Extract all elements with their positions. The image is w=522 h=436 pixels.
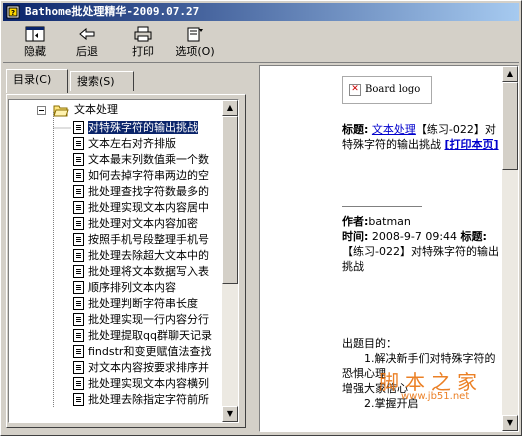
options-icon <box>187 27 203 42</box>
title2-label: 标题: <box>460 230 487 243</box>
author-name: batman <box>368 215 411 228</box>
hide-label: 隐藏 <box>24 45 46 58</box>
logo-text: Board logo <box>365 84 421 95</box>
tree-item[interactable]: 对特殊字符的输出挑战 <box>73 120 199 136</box>
post-time: 2008-9-7 09:44 <box>371 230 458 243</box>
topic-scroll-down-button[interactable]: ▼ <box>502 415 518 431</box>
tree-item[interactable]: 文本最末列数值乘一个数 <box>73 152 209 168</box>
scroll-thumb[interactable] <box>222 116 238 284</box>
window-title: Bathome批处理精华-2009.07.27 <box>25 5 200 18</box>
tree-item[interactable]: 批处理对文本内容加密 <box>73 216 198 232</box>
tree-item[interactable]: findstr和变更赋值法查找 <box>73 344 211 360</box>
print-label: 打印 <box>132 45 154 58</box>
back-arrow-icon <box>79 27 95 41</box>
purpose-label: 出题目的： <box>342 337 397 350</box>
tree-item[interactable]: 按照手机号段整理手机号 <box>73 232 209 248</box>
tree-item[interactable]: 对文本内容按要求排序并 <box>73 360 209 376</box>
category-link[interactable]: 文本处理 <box>372 123 416 136</box>
tree-item[interactable]: 批处理提取qq群聊天记录 <box>73 328 212 344</box>
tree-item-label: 批处理去除超大文本中的 <box>88 249 209 262</box>
title-label: 标题: <box>342 123 369 136</box>
topic-scrollbar[interactable]: ▲ ▼ <box>502 66 518 431</box>
tree-item-label: 批处理查找字符数最多的 <box>88 185 209 198</box>
tree-item-label: 批处理提取qq群聊天记录 <box>88 329 212 342</box>
tree-item[interactable]: 文本左右对齐排版 <box>73 136 176 152</box>
tree-item[interactable]: 批处理去除指定字符前所 <box>73 392 209 408</box>
app-window: ? Bathome批处理精华-2009.07.27 隐藏 后退 打印 选项(O)… <box>0 0 522 436</box>
tree-item-label: 对特殊字符的输出挑战 <box>87 120 199 135</box>
topic-scroll-thumb[interactable] <box>502 82 518 170</box>
divider <box>342 206 422 207</box>
tree-item-label: 批处理判断字符串长度 <box>88 297 198 310</box>
tree-item[interactable]: 批处理实现文本内容居中 <box>73 200 209 216</box>
tree-item-label: 对文本内容按要求排序并 <box>88 361 209 374</box>
tree-item-label: 文本左右对齐排版 <box>88 137 176 150</box>
tree-item-label: 批处理实现一行内容分行 <box>88 313 209 326</box>
print-button[interactable]: 打印 <box>119 24 167 60</box>
post-meta: 作者:batman 时间: 2008-9-7 09:44 标题: 【练习-022】… <box>342 214 502 274</box>
tree-item-label: 批处理实现文本内容横列 <box>88 377 209 390</box>
topic-scroll-up-button[interactable]: ▲ <box>502 66 518 82</box>
tree-lines <box>53 112 71 408</box>
tree-item-label: findstr和变更赋值法查找 <box>88 345 212 358</box>
hide-pane-icon <box>25 26 45 42</box>
options-label: 选项(O) <box>175 45 215 58</box>
post-title: 【练习-022】对特殊字符的输出挑战 <box>342 245 499 273</box>
print-page-link[interactable]: [打印本页] <box>445 138 499 151</box>
pane-splitter[interactable] <box>251 64 257 434</box>
tree-item[interactable]: 批处理实现一行内容分行 <box>73 312 209 328</box>
scroll-down-button[interactable]: ▼ <box>222 406 238 422</box>
tree-scrollbar[interactable]: ▲ ▼ <box>222 100 238 422</box>
help-book-icon: ? <box>6 5 20 19</box>
tree-item-label: 文本最末列数值乘一个数 <box>88 153 209 166</box>
tab-search[interactable]: 搜索(S) <box>70 71 134 91</box>
scroll-up-button[interactable]: ▲ <box>222 100 238 116</box>
tree-item[interactable]: 如何去掉字符串两边的空 <box>73 168 209 184</box>
contents-tree[interactable]: 文本处理 对特殊字符的输出挑战 文本左右对齐排版 文本最末列数值乘一个数 如何去… <box>8 99 239 423</box>
tree-item[interactable]: 批处理将文本数据写入表 <box>73 264 209 280</box>
tree-item[interactable]: 批处理查找字符数最多的 <box>73 184 209 200</box>
title-bar[interactable]: ? Bathome批处理精华-2009.07.27 <box>3 3 519 21</box>
tree-item[interactable]: 批处理判断字符串长度 <box>73 296 198 312</box>
tree-item-label: 顺序排列文本内容 <box>88 281 176 294</box>
tree-item-label: 如何去掉字符串两边的空 <box>88 169 209 182</box>
time-label: 时间: <box>342 230 369 243</box>
broken-image-icon: ✕ <box>349 83 361 96</box>
tree-item-label: 按照手机号段整理手机号 <box>88 233 209 246</box>
author-label: 作者: <box>342 215 369 228</box>
svg-text:?: ? <box>11 9 15 17</box>
back-label: 后退 <box>76 45 98 58</box>
board-logo: ✕ Board logo <box>342 76 432 104</box>
tree-item-label: 批处理对文本内容加密 <box>88 217 198 230</box>
options-button[interactable]: 选项(O) <box>171 24 219 60</box>
tree-item[interactable]: 批处理去除超大文本中的 <box>73 248 209 264</box>
back-button[interactable]: 后退 <box>63 24 111 60</box>
tree-item[interactable]: 顺序排列文本内容 <box>73 280 176 296</box>
tree-item-label: 批处理去除指定字符前所 <box>88 393 209 406</box>
topic-header: 标题: 文本处理【练习-022】对特殊字符的输出挑战 [打印本页] <box>342 122 502 152</box>
tree-item-label: 批处理将文本数据写入表 <box>88 265 209 278</box>
hide-button[interactable]: 隐藏 <box>11 24 59 60</box>
watermark-url: www.jb51.net <box>401 391 470 402</box>
tree-item-label: 批处理实现文本内容居中 <box>88 201 209 214</box>
tree-content: 文本处理 对特殊字符的输出挑战 文本左右对齐排版 文本最末列数值乘一个数 如何去… <box>9 100 223 422</box>
toolbar: 隐藏 后退 打印 选项(O) <box>3 22 519 63</box>
tree-item[interactable]: 批处理实现文本内容横列 <box>73 376 209 392</box>
tab-contents[interactable]: 目录(C) <box>6 69 68 93</box>
printer-icon <box>134 26 152 42</box>
